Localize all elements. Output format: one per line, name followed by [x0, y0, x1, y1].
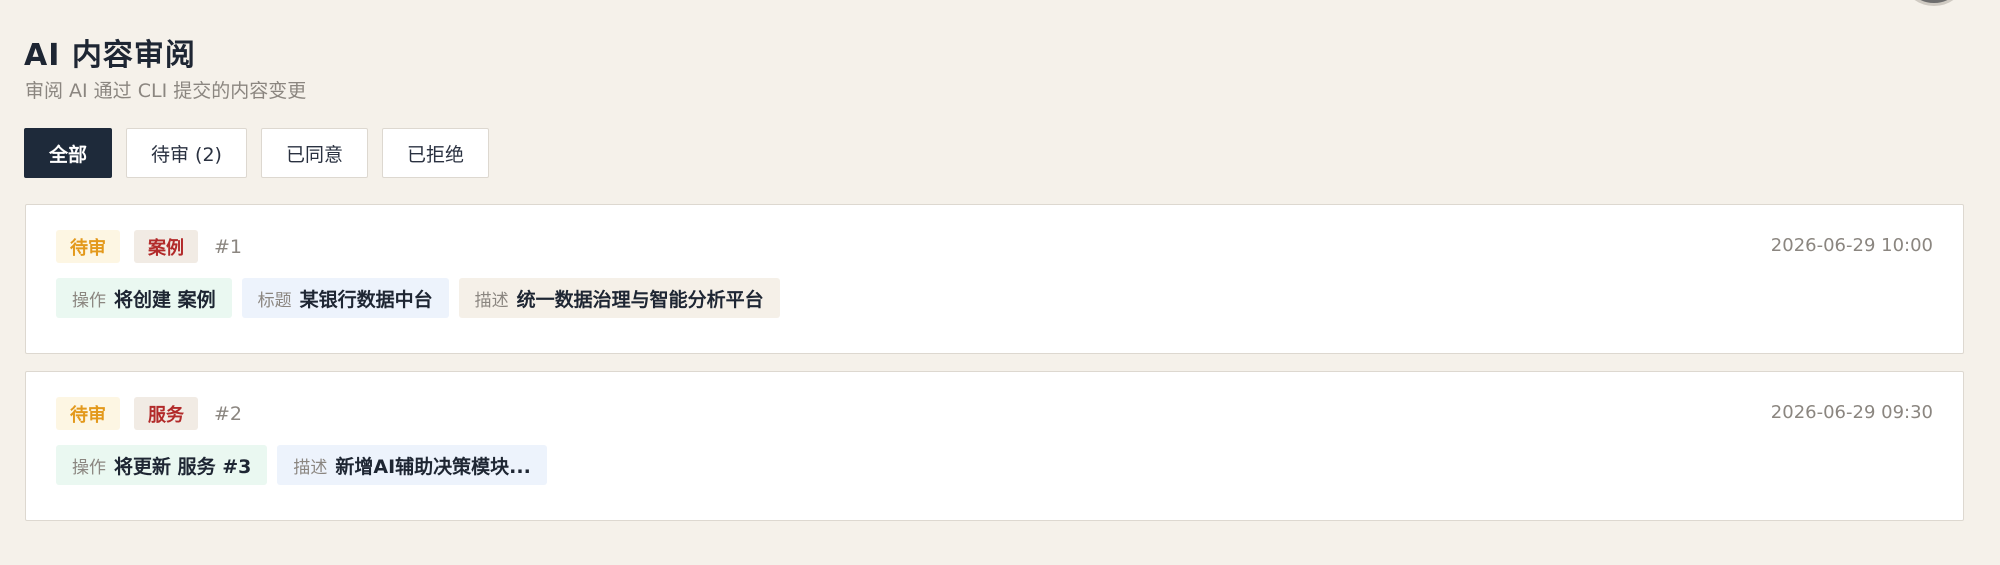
field-chip-description: 描述 统一数据治理与智能分析平台 — [458, 278, 780, 318]
field-key: 描述 — [293, 457, 328, 478]
review-item-card[interactable]: 待审 服务 #2 2026-06-29 09:30 操作 将更新 服务 #3 描… — [25, 371, 1964, 521]
user-avatar[interactable] — [1900, 0, 1968, 6]
item-fields: 操作 将更新 服务 #3 描述 新增AI辅助决策模块... — [56, 445, 547, 485]
tab-pending[interactable]: 待审 (2) — [126, 128, 247, 178]
item-timestamp: 2026-06-29 10:00 — [1770, 235, 1933, 256]
field-value: 统一数据治理与智能分析平台 — [516, 288, 764, 311]
page-subtitle: 审阅 AI 通过 CLI 提交的内容变更 — [25, 80, 307, 102]
item-fields: 操作 将创建 案例 标题 某银行数据中台 描述 统一数据治理与智能分析平台 — [56, 278, 780, 318]
field-chip-operation: 操作 将更新 服务 #3 — [56, 445, 268, 485]
item-id: #2 — [214, 402, 243, 425]
filter-tabs: 全部 待审 (2) 已同意 已拒绝 — [24, 128, 490, 178]
field-key: 标题 — [257, 290, 292, 311]
field-key: 操作 — [72, 457, 106, 478]
item-timestamp: 2026-06-29 09:30 — [1770, 402, 1933, 423]
status-badge: 待审 — [56, 397, 120, 430]
type-badge: 服务 — [134, 397, 198, 430]
field-chip-title: 标题 某银行数据中台 — [241, 278, 449, 318]
review-item-header: 待审 案例 #1 — [56, 230, 242, 263]
field-key: 操作 — [72, 290, 106, 311]
field-chip-description: 描述 新增AI辅助决策模块... — [277, 445, 547, 485]
field-value: 将更新 服务 #3 — [114, 455, 252, 478]
field-value: 新增AI辅助决策模块... — [335, 455, 531, 478]
status-badge: 待审 — [56, 230, 120, 263]
tab-approved[interactable]: 已同意 — [260, 128, 368, 178]
tab-all[interactable]: 全部 — [24, 128, 113, 178]
field-value: 将创建 案例 — [114, 288, 216, 311]
field-chip-operation: 操作 将创建 案例 — [56, 278, 232, 318]
tab-rejected[interactable]: 已拒绝 — [382, 128, 490, 178]
field-value: 某银行数据中台 — [299, 288, 433, 311]
type-badge: 案例 — [134, 230, 198, 263]
review-item-header: 待审 服务 #2 — [56, 397, 242, 430]
page-title: AI 内容审阅 — [24, 38, 196, 73]
item-id: #1 — [214, 235, 243, 258]
review-item-card[interactable]: 待审 案例 #1 2026-06-29 10:00 操作 将创建 案例 标题 某… — [25, 204, 1964, 354]
field-key: 描述 — [474, 290, 509, 311]
